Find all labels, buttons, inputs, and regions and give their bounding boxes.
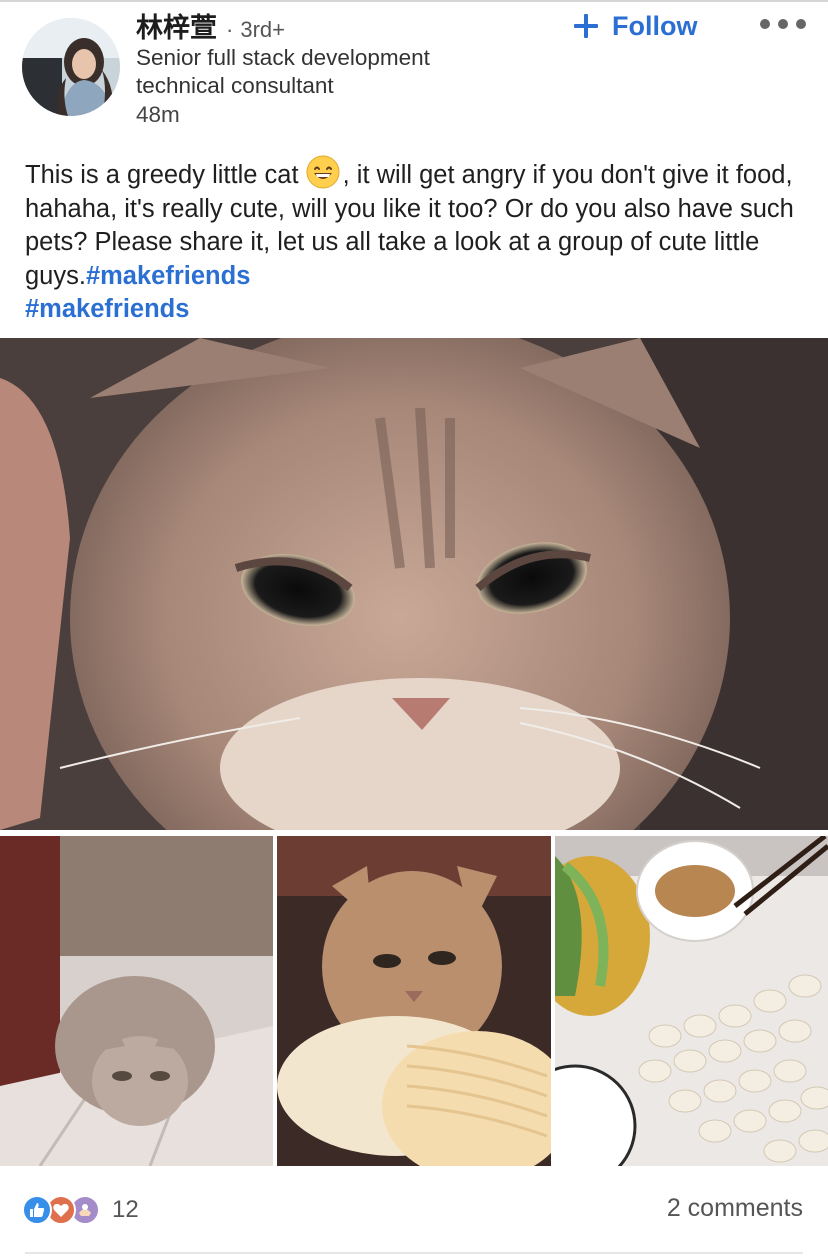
more-dot-icon <box>778 19 788 29</box>
cat-closeup-image <box>0 338 828 830</box>
more-options-button[interactable] <box>760 14 806 34</box>
more-dot-icon <box>760 19 770 29</box>
thumbnail-cat-floor[interactable] <box>0 836 273 1166</box>
author-headline: Senior full stack development technical … <box>136 45 430 98</box>
hashtag-link[interactable]: #makefriends <box>86 262 250 290</box>
reaction-count: 12 <box>112 1196 139 1223</box>
follow-button[interactable]: Follow <box>574 6 697 46</box>
reaction-icons <box>22 1193 104 1227</box>
cat-floor-image <box>0 836 273 1166</box>
thumbnail-cat-pillow[interactable] <box>277 836 551 1166</box>
main-cat-photo[interactable] <box>0 338 828 830</box>
like-icon <box>22 1195 52 1225</box>
author-name-row: 林梓萱 · 3rd+ <box>136 6 285 45</box>
hashtag-link[interactable]: #makefriends <box>25 295 189 323</box>
reactions-summary[interactable]: 12 <box>22 1192 139 1228</box>
plus-icon <box>574 14 598 38</box>
divider <box>25 1252 803 1254</box>
connection-degree: 3rd+ <box>240 17 285 42</box>
grinning-face-icon <box>306 155 340 189</box>
post-timestamp: 48m <box>136 102 180 127</box>
post-text-part1: This is a greedy little cat <box>25 161 306 189</box>
more-dot-icon <box>796 19 806 29</box>
top-border <box>0 0 828 2</box>
cat-pillow-image <box>277 836 551 1166</box>
author-name[interactable]: 林梓萱 <box>136 6 217 45</box>
follow-label: Follow <box>612 10 698 41</box>
thumbnail-dumplings[interactable] <box>555 836 828 1166</box>
author-avatar[interactable] <box>22 18 120 116</box>
dumplings-image <box>555 836 828 1166</box>
comments-count-link[interactable]: 2 comments <box>667 1194 803 1223</box>
avatar-photo <box>22 18 120 116</box>
degree-separator: · <box>226 17 234 42</box>
post-text: This is a greedy little cat , it will ge… <box>25 155 815 327</box>
